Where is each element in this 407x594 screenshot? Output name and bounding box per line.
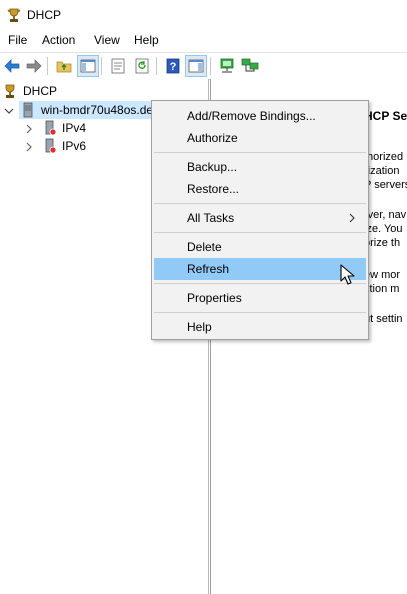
window-title: DHCP xyxy=(27,8,62,22)
tree-node-ipv4[interactable]: IPv4 xyxy=(42,119,142,137)
menu-help[interactable]: Help xyxy=(134,33,159,47)
menu-file[interactable]: File xyxy=(8,33,27,47)
menu-item-label: All Tasks xyxy=(187,211,235,225)
menu-separator xyxy=(154,152,366,153)
details-text: ut settin xyxy=(364,313,403,325)
details-heading: HCP Se xyxy=(364,109,407,123)
show-action-pane-icon[interactable] xyxy=(185,55,207,77)
menu-item-label: Authorize xyxy=(187,131,238,145)
svg-text:?: ? xyxy=(170,61,177,73)
server-status-icon[interactable] xyxy=(217,56,237,76)
menu-separator xyxy=(154,203,366,204)
menu-item-restore[interactable]: Restore... xyxy=(154,178,366,200)
menu-separator xyxy=(154,232,366,233)
menu-item-label: Backup... xyxy=(187,160,238,174)
show-hide-tree-icon[interactable] xyxy=(77,55,99,77)
context-menu: Add/Remove Bindings... Authorize Backup.… xyxy=(151,100,369,340)
menu-item-label: Add/Remove Bindings... xyxy=(187,109,316,123)
ipv6-scope-icon xyxy=(45,138,57,154)
tree-node-server[interactable]: win-bmdr70u48os.de xyxy=(19,101,169,119)
menu-item-label: Delete xyxy=(187,240,222,254)
menu-bar: File Action View Help xyxy=(0,30,407,51)
menu-item-delete[interactable]: Delete xyxy=(154,236,366,258)
details-text: rization xyxy=(364,165,400,177)
dhcp-app-icon xyxy=(7,8,21,22)
help-icon[interactable]: ? xyxy=(163,56,183,76)
toolbar-separator xyxy=(156,57,157,75)
submenu-arrow-icon xyxy=(349,213,355,223)
details-text: ew mor xyxy=(364,269,401,281)
menu-item-properties[interactable]: Properties xyxy=(154,287,366,309)
menu-item-label: Help xyxy=(187,320,212,334)
menu-item-bindings[interactable]: Add/Remove Bindings... xyxy=(154,105,366,127)
menu-action[interactable]: Action xyxy=(42,33,75,47)
menu-separator xyxy=(154,312,366,313)
chevron-right-icon[interactable] xyxy=(24,142,34,152)
menu-separator xyxy=(154,283,366,284)
details-text: P servers xyxy=(364,179,407,191)
details-text: thorized xyxy=(364,151,404,163)
menu-view[interactable]: View xyxy=(94,33,120,47)
menu-item-refresh[interactable]: Refresh xyxy=(154,258,366,280)
server-icon xyxy=(23,102,33,118)
properties-icon[interactable] xyxy=(108,56,128,76)
menu-item-authorize[interactable]: Authorize xyxy=(154,127,366,149)
tree-node-label: DHCP xyxy=(23,84,58,98)
refresh-icon[interactable] xyxy=(132,56,152,76)
menu-item-label: Restore... xyxy=(187,182,240,196)
menu-item-all-tasks[interactable]: All Tasks xyxy=(154,207,366,229)
ipv4-scope-icon xyxy=(45,120,57,136)
back-icon[interactable] xyxy=(2,56,22,76)
forward-icon[interactable] xyxy=(24,56,44,76)
toolbar-separator xyxy=(210,57,211,75)
toolbar-separator xyxy=(47,57,48,75)
tree-node-dhcp[interactable]: DHCP xyxy=(2,82,202,100)
title-bar: DHCP xyxy=(0,0,407,30)
chevron-down-icon[interactable] xyxy=(4,106,14,116)
computer-network-icon[interactable] xyxy=(240,56,260,76)
tree-node-label: win-bmdr70u48os.de xyxy=(41,103,154,117)
toolbar-separator xyxy=(101,57,102,75)
mouse-cursor-icon xyxy=(340,264,355,285)
details-text: orize th xyxy=(364,237,401,249)
up-folder-icon[interactable] xyxy=(54,56,74,76)
menu-item-label: Properties xyxy=(187,291,242,305)
details-text: rver, nav xyxy=(364,209,407,221)
tree-node-label: IPv6 xyxy=(62,139,87,153)
tree-node-ipv6[interactable]: IPv6 xyxy=(42,137,142,155)
menu-item-help[interactable]: Help xyxy=(154,316,366,338)
menu-item-backup[interactable]: Backup... xyxy=(154,156,366,178)
menu-item-label: Refresh xyxy=(187,262,230,276)
toolbar: ? xyxy=(0,52,407,80)
details-text: ction m xyxy=(364,283,400,295)
dhcp-trophy-icon xyxy=(5,84,15,98)
tree-node-label: IPv4 xyxy=(62,121,87,135)
chevron-right-icon[interactable] xyxy=(24,124,34,134)
details-text: ize. You xyxy=(364,223,403,235)
